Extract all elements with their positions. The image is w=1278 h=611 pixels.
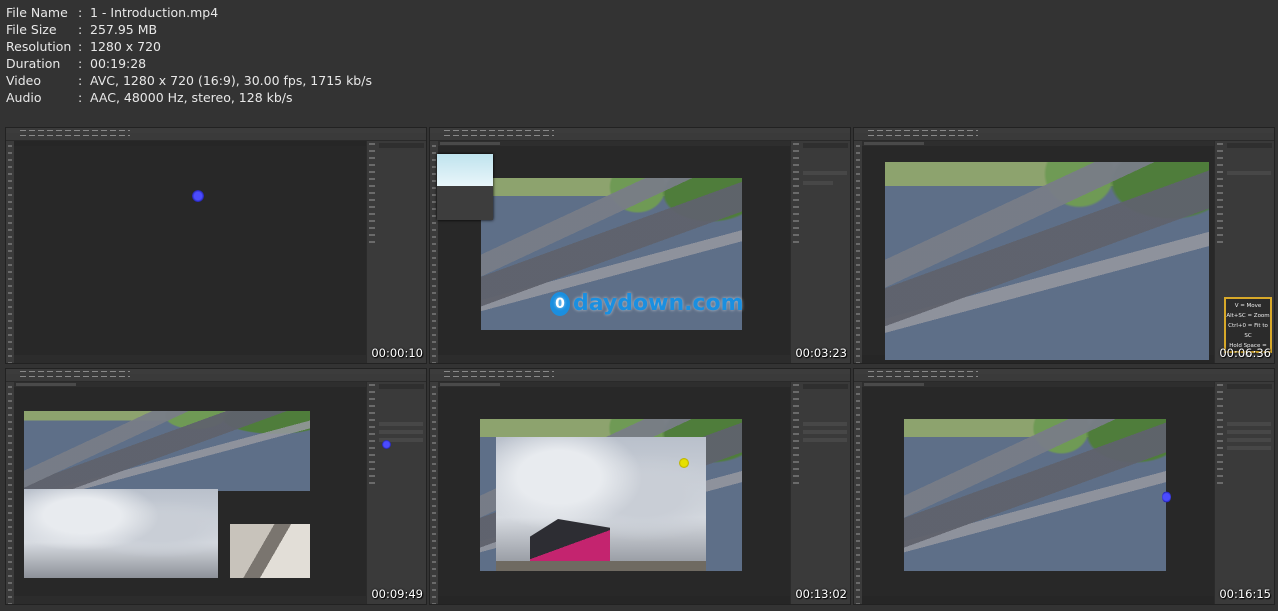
file-info-key: Duration	[6, 56, 61, 71]
tool-tooltip	[437, 154, 493, 220]
photoshop-status-bar	[14, 355, 366, 363]
file-info-separator: :	[78, 90, 83, 105]
video-thumbnail[interactable]: 00:09:49	[6, 369, 426, 604]
timecode: 00:00:10	[371, 346, 423, 360]
photoshop-status-bar	[438, 355, 790, 363]
watermark: 0 daydown.com	[550, 291, 744, 316]
cursor-highlight	[679, 458, 689, 468]
photoshop-panels	[790, 141, 850, 363]
file-info-value: 1 - Introduction.mp4	[90, 5, 219, 20]
video-thumbnail[interactable]: 0 daydown.com 00:03:23	[430, 128, 850, 363]
file-info-value: AAC, 48000 Hz, stereo, 128 kb/s	[90, 90, 293, 105]
file-info-row: File Name : 1 - Introduction.mp4	[6, 4, 372, 21]
ground-shape	[496, 561, 706, 571]
timecode: 00:16:15	[1219, 587, 1271, 601]
photoshop-options-bar	[6, 133, 426, 141]
photoshop-options-bar	[854, 133, 1274, 141]
cursor-highlight	[192, 190, 204, 202]
photoshop-toolbar	[6, 141, 14, 363]
shortcut-item: Alt+SC = Zoom	[1226, 313, 1270, 319]
file-info-separator: :	[78, 56, 83, 71]
watermark-logo: 0	[550, 291, 570, 316]
document-image	[904, 419, 1166, 571]
video-thumbnail[interactable]: V = Move Alt+SC = Zoom Ctrl+0 = Fit to S…	[854, 128, 1274, 363]
file-info-value: 00:19:28	[90, 56, 147, 71]
document-image	[885, 162, 1209, 360]
photoshop-options-bar	[430, 133, 850, 141]
shortcut-item: V = Move	[1234, 303, 1262, 309]
cursor-highlight	[1162, 491, 1171, 503]
photoshop-options-bar	[6, 374, 426, 382]
timecode: 00:09:49	[371, 587, 423, 601]
shortcut-overlay: V = Move Alt+SC = Zoom Ctrl+0 = Fit to S…	[1224, 297, 1272, 359]
photoshop-toolbar	[430, 382, 438, 604]
file-info-separator: :	[78, 39, 83, 54]
file-info-row: Video : AVC, 1280 x 720 (16:9), 30.00 fp…	[6, 72, 372, 89]
file-info-value: 257.95 MB	[90, 22, 158, 37]
photoshop-panels	[366, 141, 426, 363]
video-thumbnail[interactable]: 00:16:15	[854, 369, 1274, 604]
timecode: 00:06:36	[1219, 346, 1271, 360]
file-info-separator: :	[78, 73, 83, 88]
photoshop-toolbar	[6, 382, 14, 604]
file-info-separator: :	[78, 22, 83, 37]
tooltip-preview	[437, 154, 493, 186]
timecode: 00:13:02	[795, 587, 847, 601]
photoshop-toolbar	[854, 382, 862, 604]
file-info-key: File Name	[6, 5, 68, 20]
photoshop-toolbar	[854, 141, 862, 363]
shortcut-item: Ctrl+0 = Fit to SC	[1228, 323, 1268, 339]
file-info-row: Resolution : 1280 x 720	[6, 38, 372, 55]
file-info-key: Resolution	[6, 39, 72, 54]
watermark-text: daydown.com	[573, 291, 744, 316]
file-info: File Name : 1 - Introduction.mp4 File Si…	[6, 4, 372, 106]
sky-image-layer	[24, 489, 218, 578]
building-shape	[530, 519, 610, 563]
file-info-key: Audio	[6, 90, 42, 105]
video-thumbnail[interactable]: 00:00:10	[6, 128, 426, 363]
photoshop-panels	[366, 382, 426, 604]
video-thumbnail[interactable]: 00:13:02	[430, 369, 850, 604]
photoshop-options-bar	[430, 374, 850, 382]
photoshop-panels	[790, 382, 850, 604]
file-info-row: Duration : 00:19:28	[6, 55, 372, 72]
file-info-value: 1280 x 720	[90, 39, 162, 54]
photoshop-status-bar	[14, 596, 366, 604]
file-info-row: File Size : 257.95 MB	[6, 21, 372, 38]
photoshop-canvas-area	[14, 146, 366, 355]
file-info-separator: :	[78, 5, 83, 20]
cursor-highlight	[382, 440, 391, 449]
timecode: 00:03:23	[795, 346, 847, 360]
file-info-value: AVC, 1280 x 720 (16:9), 30.00 fps, 1715 …	[90, 73, 372, 88]
interior-image-layer	[230, 524, 310, 578]
file-info-key: File Size	[6, 22, 57, 37]
file-info-row: Audio : AAC, 48000 Hz, stereo, 128 kb/s	[6, 89, 372, 106]
building-photo-layer	[496, 437, 706, 571]
file-info-key: Video	[6, 73, 42, 88]
photoshop-panels	[1214, 382, 1274, 604]
document-image	[24, 411, 310, 491]
photoshop-options-bar	[854, 374, 1274, 382]
